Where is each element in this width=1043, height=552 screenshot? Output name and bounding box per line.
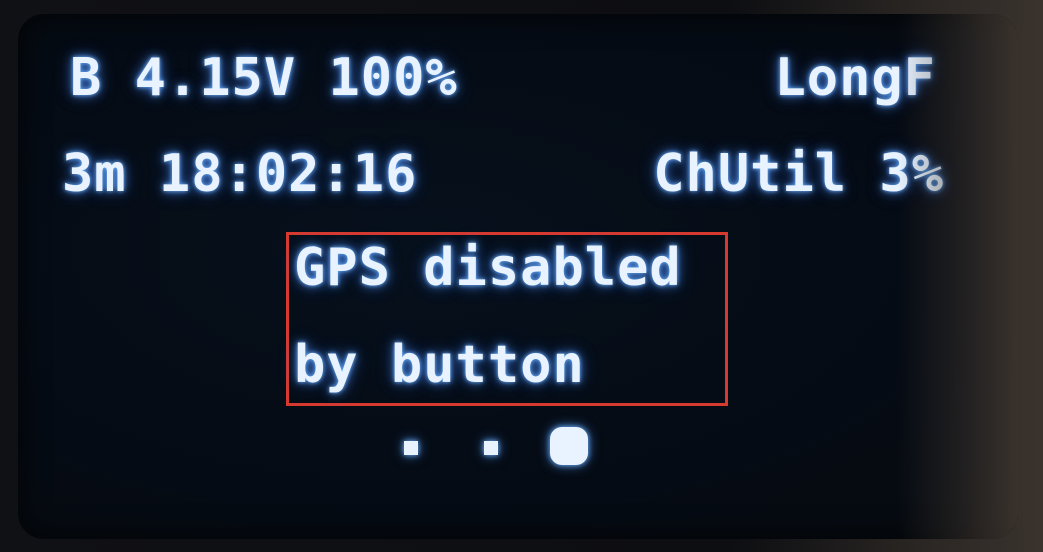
device-body: B 4.15V 100% LongF 3m 18:02:16 ChUtil 3%… [0, 0, 1043, 552]
page-dot-active [550, 427, 588, 465]
channel-utilization: ChUtil 3% [653, 144, 944, 204]
uptime-clock: 3m 18:02:16 [62, 144, 418, 204]
gps-message-line2: by button [294, 335, 585, 395]
oled-screen: B 4.15V 100% LongF 3m 18:02:16 ChUtil 3%… [18, 14, 1018, 539]
page-dot-1 [404, 441, 418, 455]
battery-status: B 4.15V 100% [70, 48, 458, 108]
modem-preset: LongF [774, 48, 936, 108]
page-dot-2 [484, 441, 498, 455]
page-indicator [398, 427, 628, 467]
gps-message-line1: GPS disabled [294, 238, 682, 298]
